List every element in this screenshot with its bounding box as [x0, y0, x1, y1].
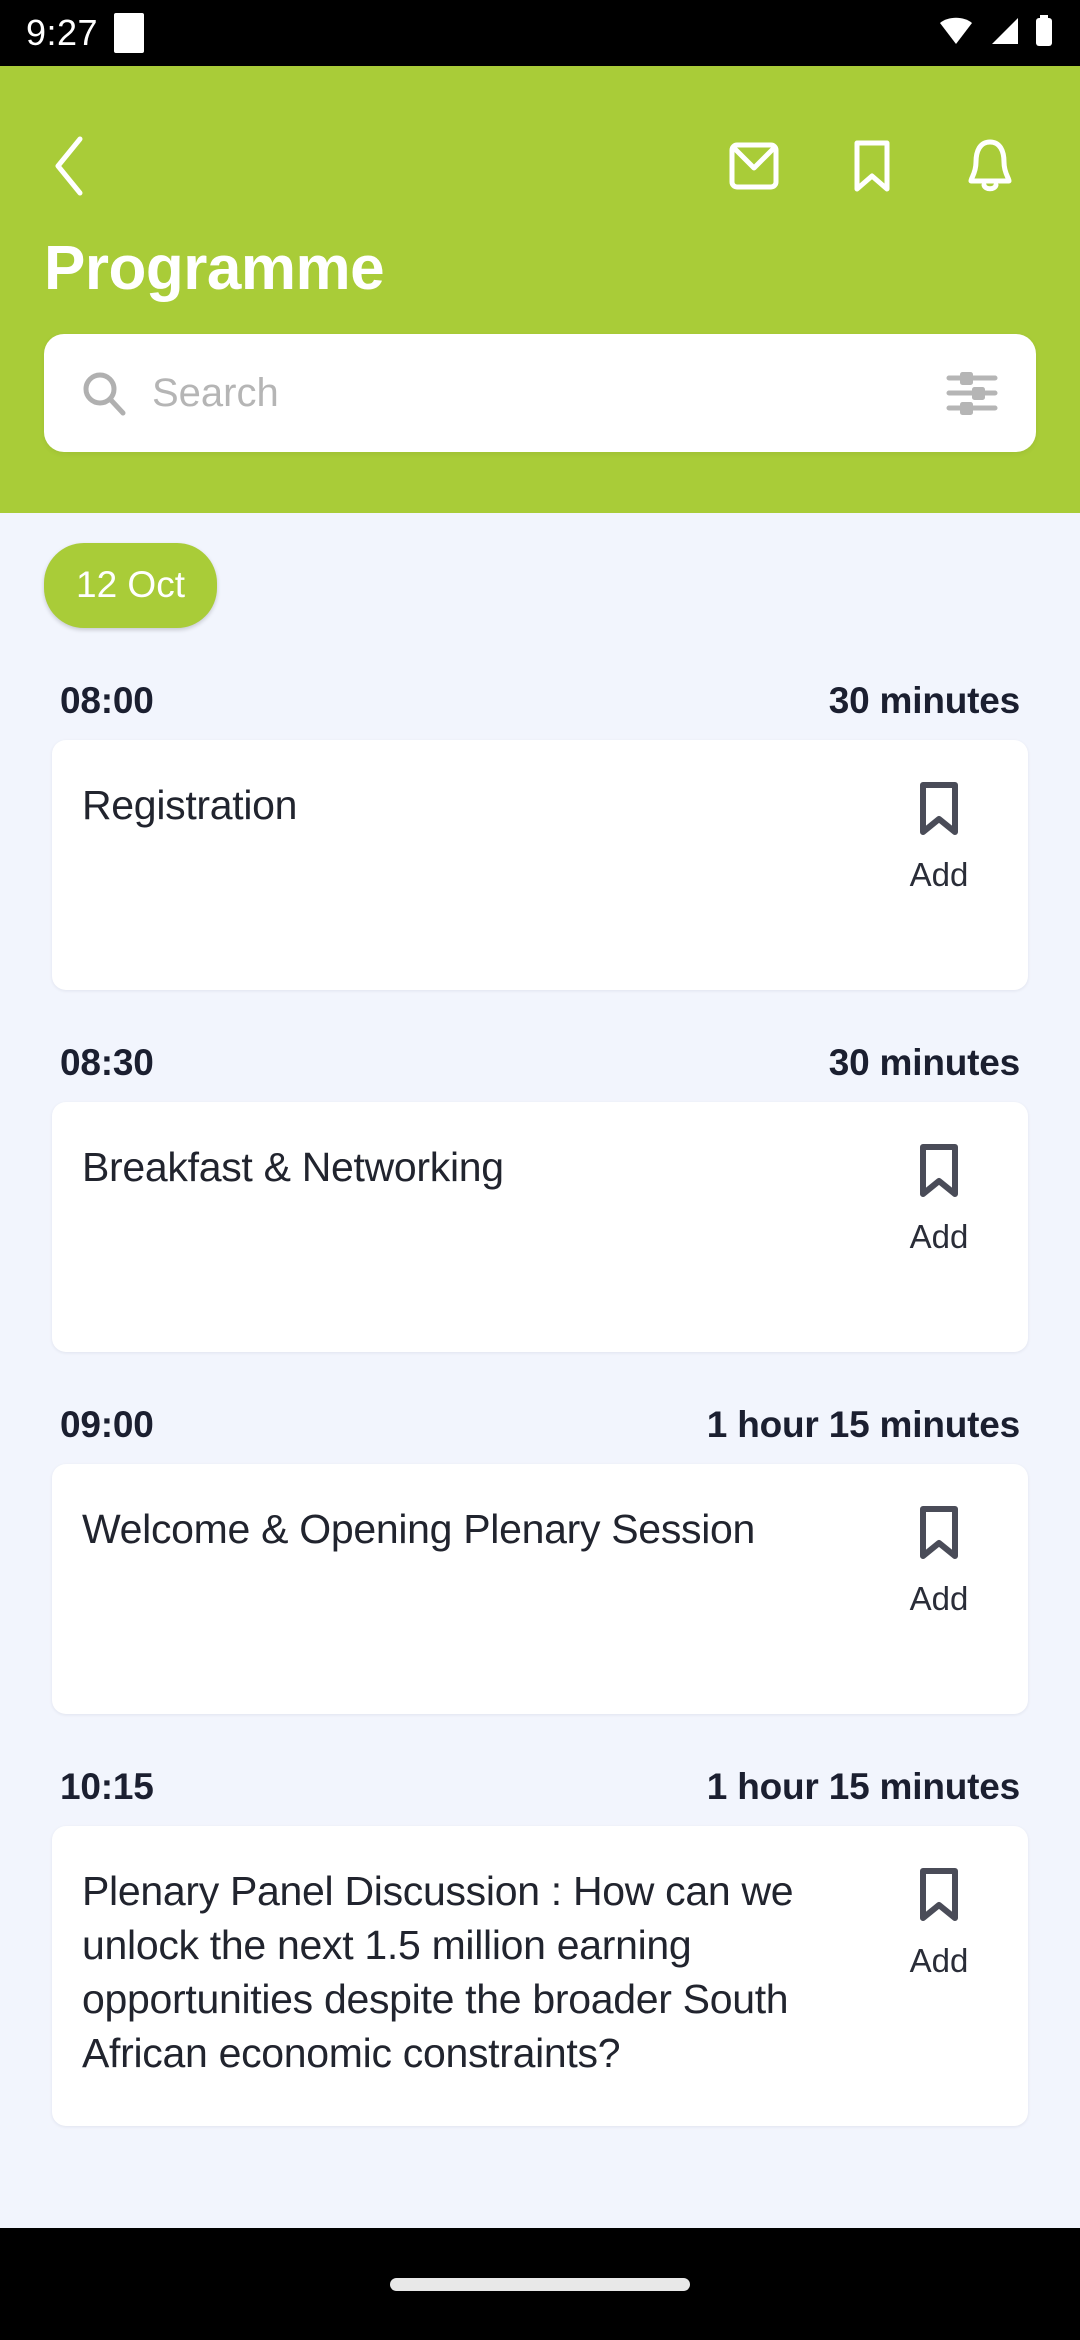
chevron-left-icon — [50, 135, 90, 202]
filter-sliders-icon[interactable] — [944, 365, 1000, 421]
session-add-action[interactable]: Add — [884, 1140, 994, 1318]
app-indicator-icon — [114, 13, 145, 53]
add-label: Add — [909, 1942, 969, 1979]
session-meta: 10:15 1 hour 15 minutes — [52, 1766, 1028, 1826]
session-card[interactable]: Plenary Panel Discussion : How can we un… — [52, 1826, 1028, 2126]
header-actions — [724, 138, 1042, 198]
system-navigation-bar — [0, 2228, 1080, 2340]
gesture-pill[interactable] — [390, 2277, 690, 2291]
battery-icon — [1034, 14, 1054, 52]
signal-icon — [988, 16, 1020, 51]
header-icon-row — [0, 120, 1080, 216]
app-header: Programme — [0, 66, 1080, 513]
session-item: 08:30 30 minutes Breakfast & Networking … — [0, 1042, 1080, 1352]
session-add-action[interactable]: Add — [884, 778, 994, 956]
session-card[interactable]: Welcome & Opening Plenary Session Add — [52, 1464, 1028, 1714]
notifications-button[interactable] — [960, 138, 1020, 198]
session-card[interactable]: Breakfast & Networking Add — [52, 1102, 1028, 1352]
wifi-icon — [938, 16, 974, 51]
mail-button[interactable] — [724, 138, 784, 198]
page-title: Programme — [44, 234, 385, 303]
programme-content: 12 Oct 08:00 30 minutes Registration Add — [0, 513, 1080, 2228]
status-bar-indicators — [938, 14, 1054, 52]
app-screen: 9:27 Programme Search 12 Oct 08:00 30 mi… — [0, 0, 1080, 2340]
status-bar: 9:27 — [0, 0, 1080, 66]
session-title: Registration — [82, 782, 298, 828]
session-item: 09:00 1 hour 15 minutes Welcome & Openin… — [0, 1404, 1080, 1714]
mail-icon — [726, 141, 782, 196]
add-label: Add — [909, 856, 969, 893]
bookmark-icon[interactable] — [913, 1504, 965, 1562]
session-duration: 1 hour 15 minutes — [706, 1404, 1020, 1445]
session-start-time: 08:00 — [60, 680, 154, 721]
search-bar[interactable] — [44, 334, 1036, 452]
session-start-time: 10:15 — [60, 1766, 154, 1807]
session-title: Welcome & Opening Plenary Session — [82, 1506, 756, 1552]
search-icon — [80, 369, 128, 417]
session-start-time: 09:00 — [60, 1404, 154, 1445]
session-item: 08:00 30 minutes Registration Add — [0, 680, 1080, 990]
session-title: Breakfast & Networking — [82, 1144, 504, 1190]
session-meta: 08:00 30 minutes — [52, 680, 1028, 740]
day-tab-bar: 12 Oct — [0, 513, 1080, 628]
day-tab-12-oct[interactable]: 12 Oct — [44, 543, 217, 628]
session-duration: 30 minutes — [828, 1042, 1020, 1083]
bookmark-icon[interactable] — [913, 1866, 965, 1924]
status-bar-time: 9:27 — [26, 12, 99, 53]
bookmark-button[interactable] — [842, 138, 902, 198]
session-meta: 09:00 1 hour 15 minutes — [52, 1404, 1028, 1464]
back-button[interactable] — [38, 136, 102, 200]
session-card[interactable]: Registration Add — [52, 740, 1028, 990]
session-add-action[interactable]: Add — [884, 1864, 994, 2092]
session-duration: 30 minutes — [828, 680, 1020, 721]
bell-icon — [965, 138, 1015, 199]
session-meta: 08:30 30 minutes — [52, 1042, 1028, 1102]
add-label: Add — [909, 1580, 969, 1617]
search-input[interactable] — [128, 370, 944, 416]
session-duration: 1 hour 15 minutes — [706, 1766, 1020, 1807]
bookmark-icon — [851, 139, 893, 198]
bookmark-icon[interactable] — [913, 1142, 965, 1200]
session-item: 10:15 1 hour 15 minutes Plenary Panel Di… — [0, 1766, 1080, 2126]
add-label: Add — [909, 1218, 969, 1255]
bookmark-icon[interactable] — [913, 780, 965, 838]
session-title: Plenary Panel Discussion : How can we un… — [82, 1868, 794, 2077]
session-add-action[interactable]: Add — [884, 1502, 994, 1680]
session-start-time: 08:30 — [60, 1042, 154, 1083]
